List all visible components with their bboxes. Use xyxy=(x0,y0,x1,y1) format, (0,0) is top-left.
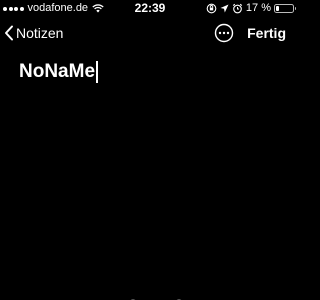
note-title-text[interactable]: NoNaMe xyxy=(19,60,95,84)
location-icon xyxy=(220,4,229,13)
battery-fill xyxy=(276,6,279,11)
back-button[interactable]: Notizen xyxy=(4,23,63,43)
notes-editor-screen: vodafone.de 22:39 17 % Notizen Fertig No… xyxy=(0,0,300,300)
navigation-bar: Notizen Fertig xyxy=(0,20,300,48)
done-button[interactable]: Fertig xyxy=(247,23,286,43)
chevron-left-icon xyxy=(5,25,13,41)
more-button[interactable] xyxy=(214,23,234,43)
battery-percent: 17 % xyxy=(245,2,271,14)
note-editor[interactable]: NoNaMe xyxy=(19,60,98,84)
text-cursor xyxy=(96,61,98,83)
status-bar: vodafone.de 22:39 17 % xyxy=(0,0,300,18)
orientation-lock-icon xyxy=(206,3,217,14)
battery-icon xyxy=(274,4,296,13)
back-button-label: Notizen xyxy=(16,25,64,41)
status-bar-right: 17 % xyxy=(206,2,296,15)
alarm-icon xyxy=(232,3,243,14)
more-icon xyxy=(214,23,234,43)
